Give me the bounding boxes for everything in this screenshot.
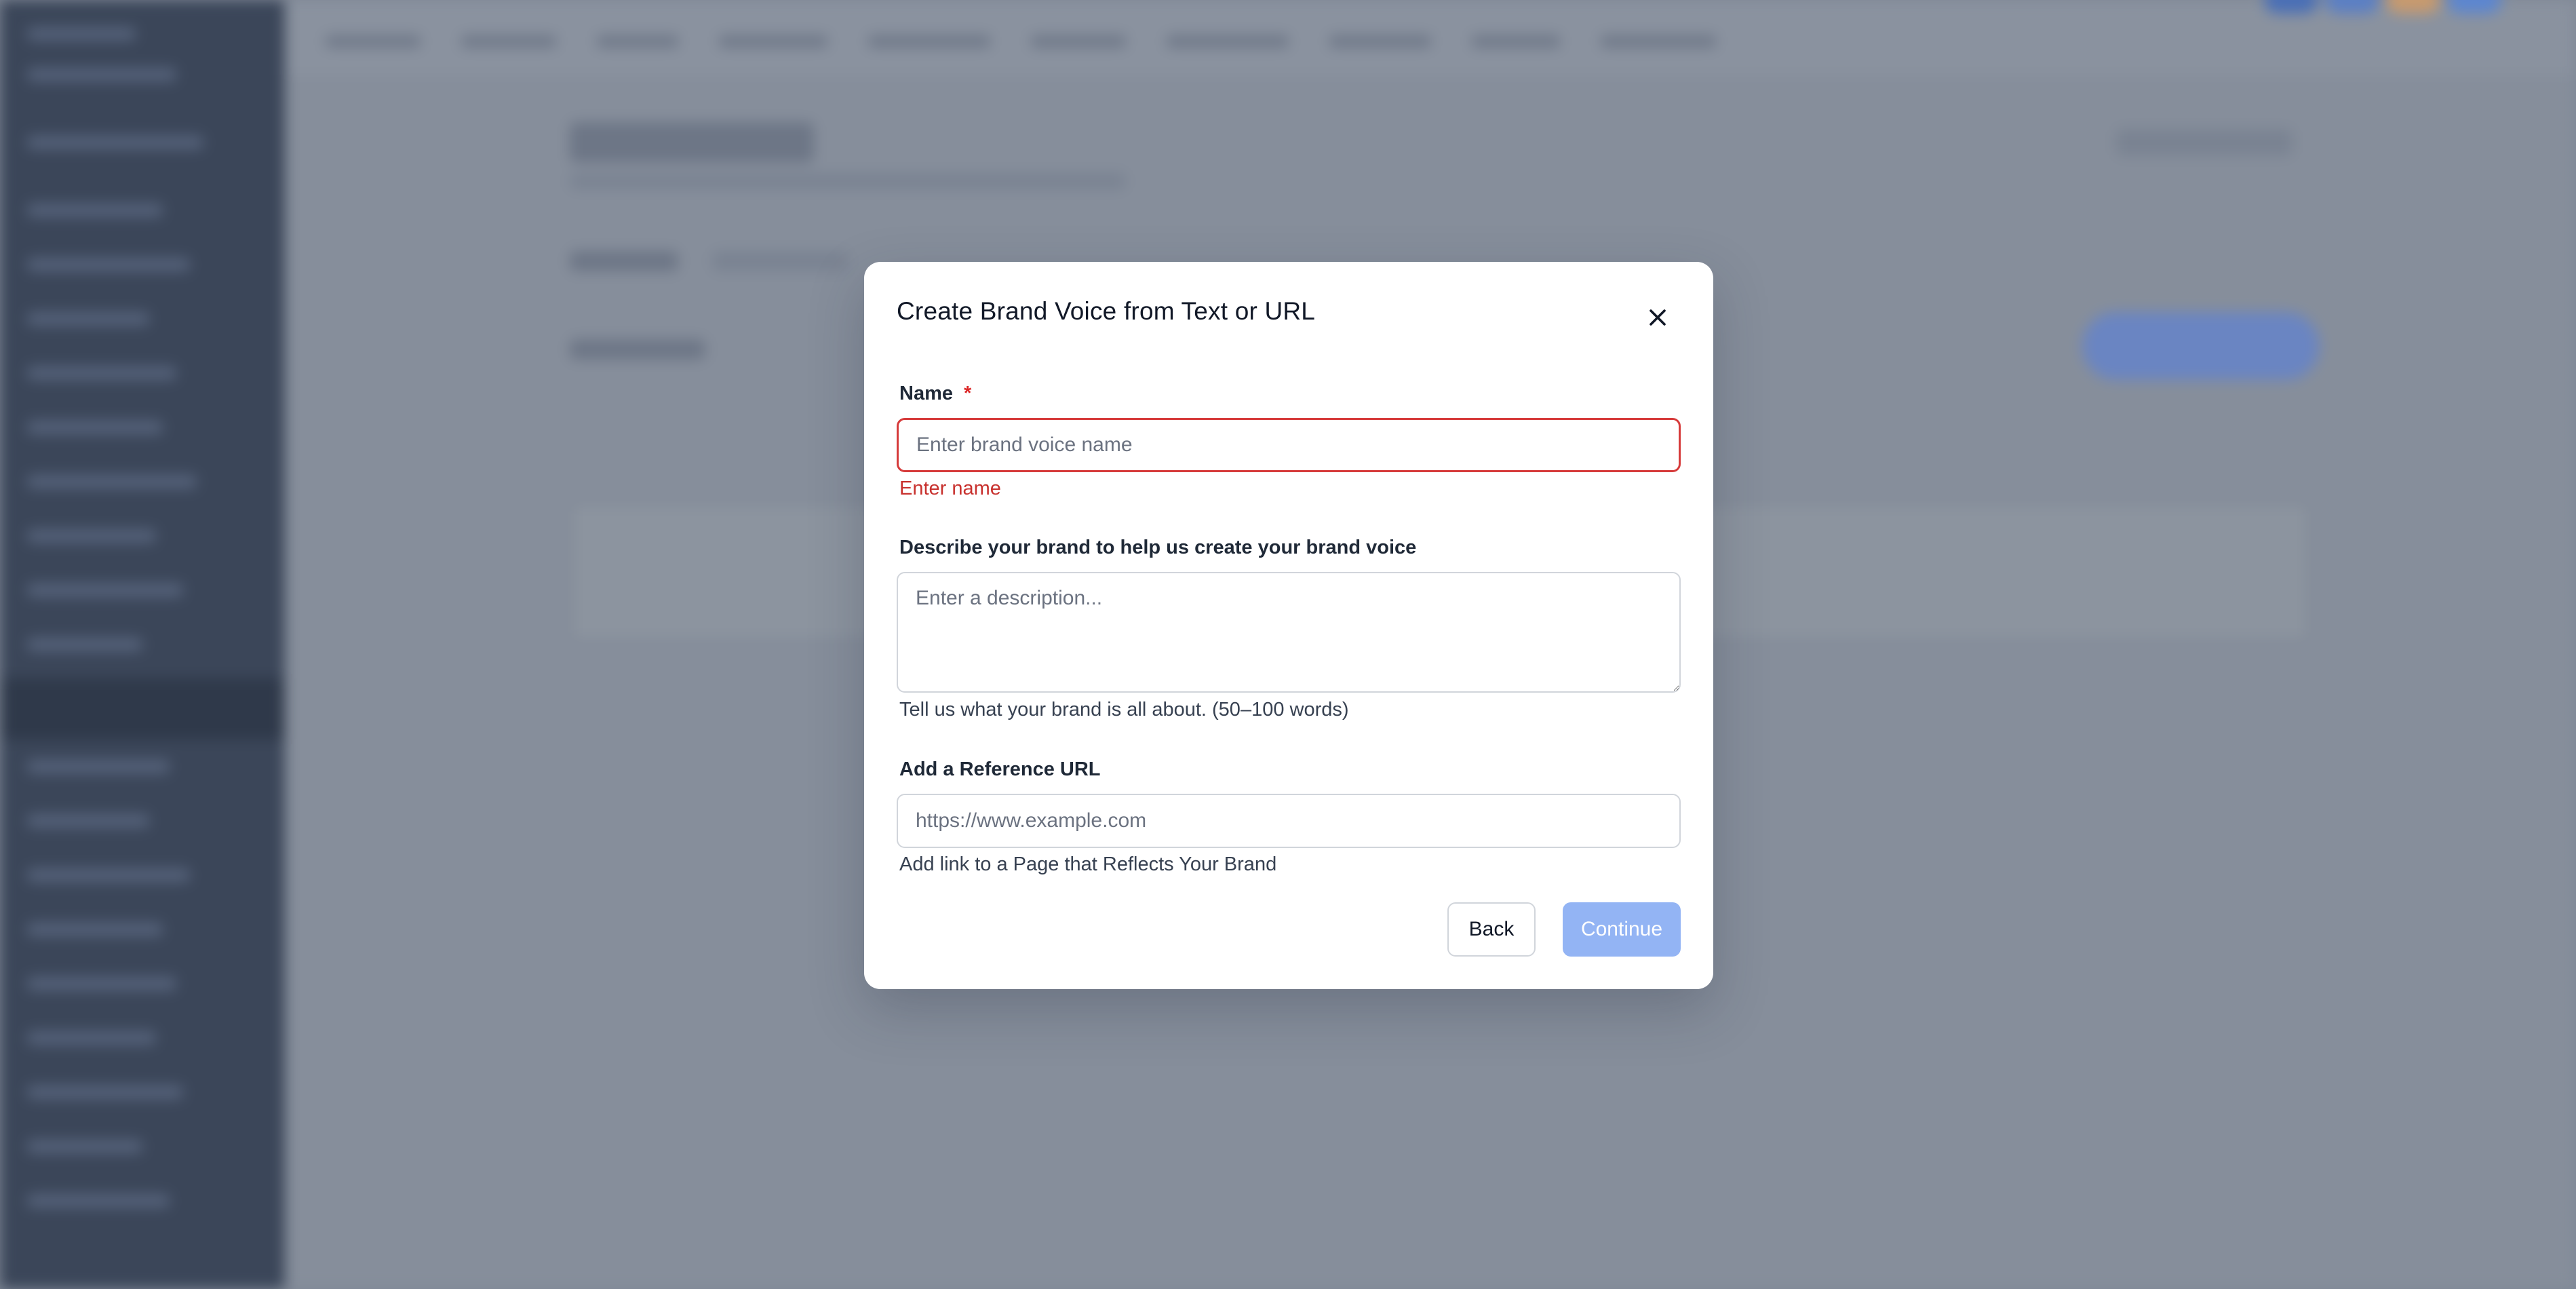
reference-url-input[interactable] [897,794,1681,848]
name-error-message: Enter name [899,478,1001,499]
close-icon [1650,309,1666,326]
reference-url-label: Add a Reference URL [899,758,1101,780]
back-button[interactable]: Back [1447,902,1536,957]
brand-description-textarea[interactable] [897,572,1681,693]
name-label: Name * [899,383,971,405]
dialog-title: Create Brand Voice from Text or URL [897,297,1316,325]
background-sidebar [0,0,285,1289]
reference-url-helper-text: Add link to a Page that Reflects Your Br… [899,853,1277,875]
name-label-text: Name [899,383,953,404]
description-helper-text: Tell us what your brand is all about. (5… [899,699,1349,720]
create-brand-voice-dialog: Create Brand Voice from Text or URL Name… [864,262,1713,989]
required-marker: * [964,383,972,404]
brand-voice-name-input[interactable] [897,418,1681,472]
description-label: Describe your brand to help us create yo… [899,537,1417,558]
background-topbar [285,0,2576,75]
continue-button[interactable]: Continue [1563,902,1681,957]
close-button[interactable] [1643,303,1673,332]
